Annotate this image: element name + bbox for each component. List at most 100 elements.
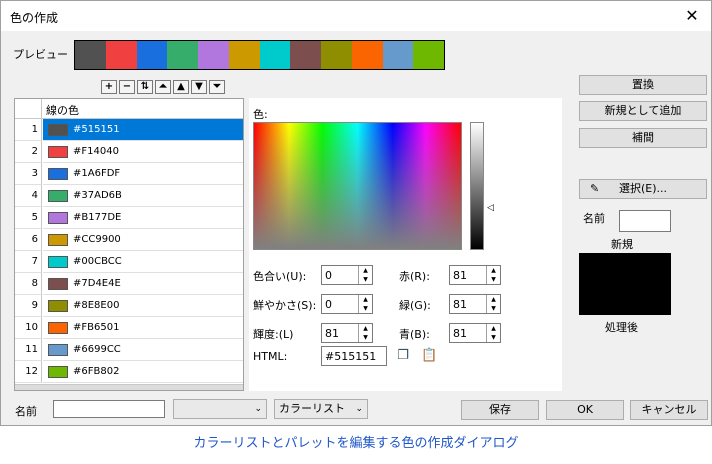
- hue-label: 色合い(U):: [253, 270, 307, 283]
- luminance-pointer-icon[interactable]: ◁: [487, 203, 494, 213]
- color-cell[interactable]: #6FB802: [43, 361, 243, 383]
- new-color-sample: [619, 210, 671, 232]
- select-button[interactable]: ✎ 選択(E)...: [579, 179, 707, 199]
- row-number: 9: [15, 295, 42, 317]
- red-spinner[interactable]: 81 ▲ ▼: [449, 265, 501, 285]
- html-input[interactable]: #515151: [321, 346, 387, 366]
- row-number: 3: [15, 163, 42, 185]
- list-item[interactable]: 9 #8E8E00: [15, 295, 243, 317]
- color-cell[interactable]: #00CBCC: [43, 251, 243, 273]
- list-item[interactable]: 6 #CC9900: [15, 229, 243, 251]
- interpolate-button[interactable]: 補間: [579, 128, 707, 148]
- color-hex: #F14040: [73, 146, 119, 157]
- remove-icon[interactable]: −: [119, 80, 135, 94]
- move-down-icon[interactable]: ▼: [191, 80, 207, 94]
- color-cell[interactable]: #FB6501: [43, 317, 243, 339]
- saturation-value: 0: [325, 298, 332, 311]
- preview-swatch: [382, 41, 414, 69]
- chevron-down-icon: ⌄: [355, 404, 363, 414]
- list-type-select[interactable]: カラーリスト ⌄: [274, 399, 368, 419]
- saturation-spin-icon[interactable]: ▲ ▼: [358, 295, 372, 313]
- list-item[interactable]: 3 #1A6FDF: [15, 163, 243, 185]
- add-new-button[interactable]: 新規として追加: [579, 101, 707, 121]
- luminance-spin-icon[interactable]: ▲ ▼: [358, 324, 372, 342]
- processed-caption: 処理後: [605, 321, 638, 334]
- ok-button[interactable]: OK: [546, 400, 624, 420]
- list-item[interactable]: 5 #B177DE: [15, 207, 243, 229]
- color-cell[interactable]: #1A6FDF: [43, 163, 243, 185]
- list-item[interactable]: 8 #7D4E4E: [15, 273, 243, 295]
- color-chip: [48, 300, 68, 312]
- color-chip: [48, 146, 68, 158]
- preview-swatch: [290, 41, 321, 69]
- list-item[interactable]: 2 #F14040: [15, 141, 243, 163]
- luminance-value: 81: [325, 327, 339, 340]
- color-hex: #6FB802: [73, 366, 120, 377]
- hue-spin-icon[interactable]: ▲ ▼: [358, 266, 372, 284]
- color-chip: [48, 212, 68, 224]
- color-list[interactable]: 線の色 1 #515151 2 #F14040 3 #1A6FDF 4 #37AD6B 5 #B1…: [14, 98, 244, 391]
- blue-spin-icon[interactable]: ▲ ▼: [486, 324, 500, 342]
- close-icon[interactable]: ✕: [679, 3, 705, 29]
- preview-swatch: [259, 41, 291, 69]
- list-item[interactable]: 10 #FB6501: [15, 317, 243, 339]
- color-cell[interactable]: #6699CC: [43, 339, 243, 361]
- move-bottom-icon[interactable]: ⏷: [209, 80, 225, 94]
- row-number: 2: [15, 141, 42, 163]
- color-cell[interactable]: #7D4E4E: [43, 273, 243, 295]
- color-chip: [48, 366, 68, 378]
- move-top-icon[interactable]: ⏶: [155, 80, 171, 94]
- red-value: 81: [453, 269, 467, 282]
- green-value: 81: [453, 298, 467, 311]
- palette-select[interactable]: ⌄: [173, 399, 267, 419]
- color-hex: #FB6501: [73, 322, 120, 333]
- blue-spinner[interactable]: 81 ▲ ▼: [449, 323, 501, 343]
- horizontal-scrollbar[interactable]: [15, 384, 243, 390]
- red-spin-icon[interactable]: ▲ ▼: [486, 266, 500, 284]
- save-button[interactable]: 保存: [461, 400, 539, 420]
- sort-icon[interactable]: ⇅: [137, 80, 153, 94]
- color-chip: [48, 234, 68, 246]
- color-cell[interactable]: #B177DE: [43, 207, 243, 229]
- list-item[interactable]: 4 #37AD6B: [15, 185, 243, 207]
- color-chip: [48, 344, 68, 356]
- color-hex: #6699CC: [73, 344, 121, 355]
- list-item[interactable]: 7 #00CBCC: [15, 251, 243, 273]
- list-type-value: カラーリスト: [279, 402, 345, 415]
- bottom-name-label: 名前: [15, 405, 37, 418]
- cancel-button[interactable]: キャンセル: [630, 400, 708, 420]
- replace-button[interactable]: 置換: [579, 75, 707, 95]
- luminance-spinner[interactable]: 81 ▲ ▼: [321, 323, 373, 343]
- green-spin-icon[interactable]: ▲ ▼: [486, 295, 500, 313]
- color-hex: #1A6FDF: [73, 168, 121, 179]
- eyedropper-icon: ✎: [590, 182, 600, 195]
- copy-icon[interactable]: ❐: [395, 348, 411, 364]
- hue-spinner[interactable]: 0 ▲ ▼: [321, 265, 373, 285]
- color-cell[interactable]: #8E8E00: [43, 295, 243, 317]
- new-caption: 新規: [611, 238, 633, 251]
- row-number: 7: [15, 251, 42, 273]
- palette-name-input[interactable]: [53, 400, 165, 418]
- color-spectrum[interactable]: [253, 122, 462, 250]
- row-number: 10: [15, 317, 42, 339]
- list-item[interactable]: 12 #6FB802: [15, 361, 243, 383]
- green-label: 緑(G):: [399, 299, 431, 312]
- add-icon[interactable]: +: [101, 80, 117, 94]
- luminance-bar[interactable]: [470, 122, 484, 250]
- paste-icon[interactable]: 📋: [421, 348, 437, 364]
- preview-swatch: [351, 41, 383, 69]
- column-header-line-color: 線の色: [46, 104, 79, 117]
- red-label: 赤(R):: [399, 270, 430, 283]
- move-up-icon[interactable]: ▲: [173, 80, 189, 94]
- chevron-down-icon: ⌄: [254, 404, 262, 414]
- list-item[interactable]: 11 #6699CC: [15, 339, 243, 361]
- color-hex: #515151: [73, 124, 120, 135]
- row-number: 4: [15, 185, 42, 207]
- color-cell[interactable]: #515151: [43, 119, 243, 141]
- list-item[interactable]: 1 #515151: [15, 119, 243, 141]
- color-cell[interactable]: #CC9900: [43, 229, 243, 251]
- saturation-spinner[interactable]: 0 ▲ ▼: [321, 294, 373, 314]
- color-cell[interactable]: #37AD6B: [43, 185, 243, 207]
- color-cell[interactable]: #F14040: [43, 141, 243, 163]
- green-spinner[interactable]: 81 ▲ ▼: [449, 294, 501, 314]
